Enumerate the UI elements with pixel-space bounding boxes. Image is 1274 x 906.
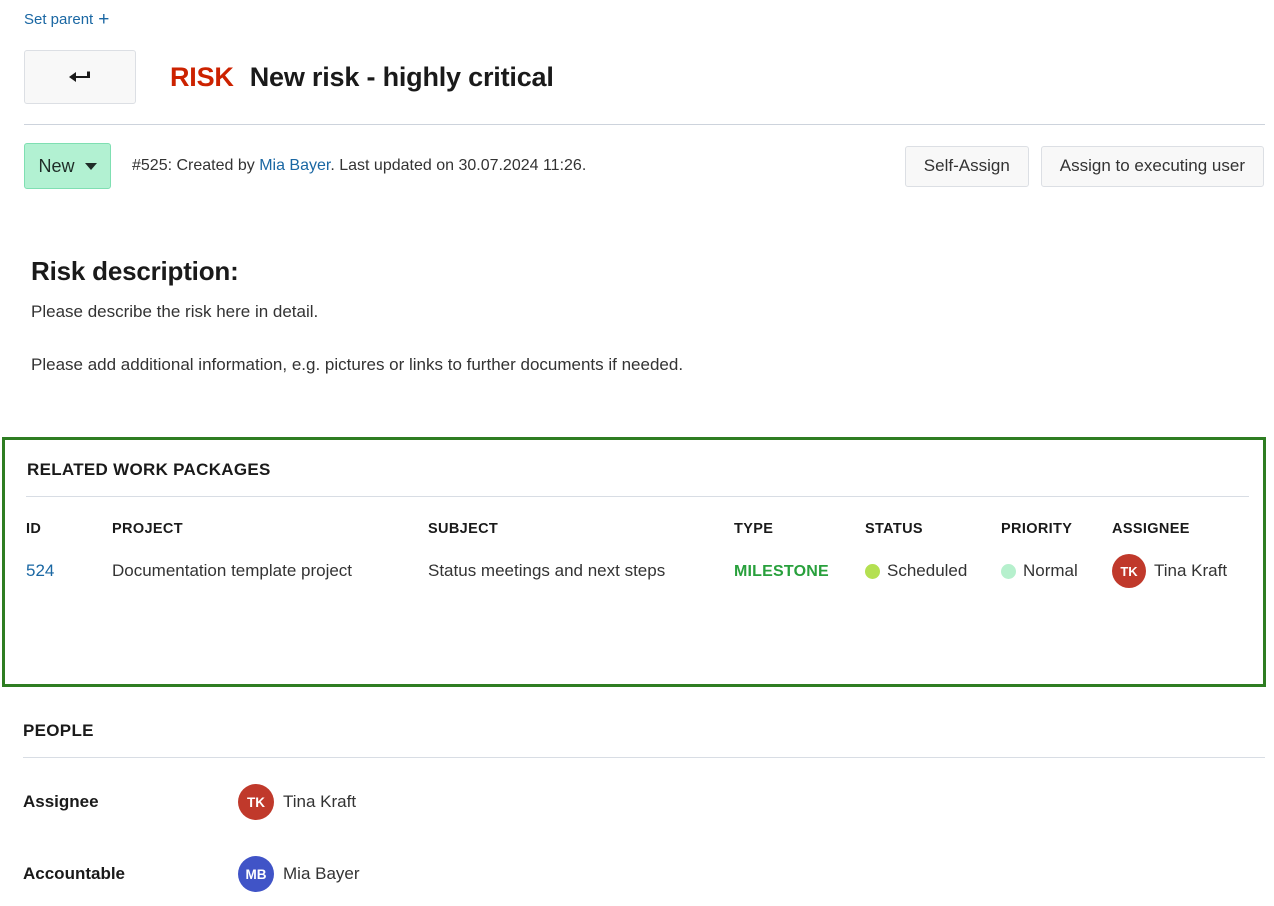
column-header-assignee[interactable]: ASSIGNEE bbox=[1112, 521, 1255, 537]
column-header-status[interactable]: STATUS bbox=[865, 521, 1001, 537]
assignee-name: Tina Kraft bbox=[283, 792, 356, 812]
header-actions: Self-Assign Assign to executing user bbox=[905, 146, 1264, 187]
column-header-type[interactable]: TYPE bbox=[734, 521, 865, 537]
cell-assignee: TK Tina Kraft bbox=[1112, 554, 1255, 588]
column-header-subject[interactable]: SUBJECT bbox=[428, 521, 734, 537]
self-assign-button[interactable]: Self-Assign bbox=[905, 146, 1029, 187]
status-value: New bbox=[38, 156, 74, 177]
avatar[interactable]: MB bbox=[238, 856, 274, 892]
avatar[interactable]: TK bbox=[238, 784, 274, 820]
status-dot-icon bbox=[865, 564, 880, 579]
accountable-label: Accountable bbox=[23, 864, 238, 884]
cell-subject: Status meetings and next steps bbox=[428, 561, 734, 581]
work-package-type-tag: RISK bbox=[170, 62, 234, 93]
cell-type: MILESTONE bbox=[734, 561, 865, 581]
plus-icon: + bbox=[98, 13, 109, 27]
people-row-accountable: Accountable MB Mia Bayer bbox=[23, 856, 360, 892]
status-toolbar: New #525: Created by Mia Bayer. Last upd… bbox=[24, 143, 1264, 189]
column-header-priority[interactable]: PRIORITY bbox=[1001, 521, 1112, 537]
assignee-label: Assignee bbox=[23, 792, 238, 812]
cell-status: Scheduled bbox=[865, 561, 1001, 581]
people-section-title: PEOPLE bbox=[23, 721, 94, 741]
accountable-name: Mia Bayer bbox=[283, 864, 360, 884]
related-work-packages-table: ID PROJECT SUBJECT TYPE STATUS PRIORITY … bbox=[26, 512, 1255, 596]
set-parent-link[interactable]: Set parent + bbox=[24, 10, 109, 30]
status-label: Scheduled bbox=[887, 561, 967, 581]
section-divider bbox=[26, 496, 1249, 497]
status-button[interactable]: New bbox=[24, 143, 111, 189]
description-paragraph-1: Please describe the risk here in detail. bbox=[31, 302, 318, 322]
table-header-row: ID PROJECT SUBJECT TYPE STATUS PRIORITY … bbox=[26, 512, 1255, 546]
description-paragraph-2: Please add additional information, e.g. … bbox=[31, 355, 683, 375]
assign-to-executing-user-button[interactable]: Assign to executing user bbox=[1041, 146, 1264, 187]
column-header-id[interactable]: ID bbox=[26, 521, 112, 537]
description-heading: Risk description: bbox=[31, 256, 239, 287]
cell-project: Documentation template project bbox=[112, 561, 428, 581]
meta-suffix: . Last updated on 30.07.2024 11:26. bbox=[330, 157, 586, 174]
type-badge: MILESTONE bbox=[734, 563, 829, 580]
back-button[interactable] bbox=[24, 50, 136, 104]
priority-dot-icon bbox=[1001, 564, 1016, 579]
cell-id[interactable]: 524 bbox=[26, 561, 112, 581]
cell-priority: Normal bbox=[1001, 561, 1112, 581]
work-package-meta: #525: Created by Mia Bayer. Last updated… bbox=[132, 157, 586, 175]
header-divider bbox=[24, 124, 1265, 125]
assignee-name: Tina Kraft bbox=[1154, 561, 1227, 581]
back-arrow-icon bbox=[67, 70, 93, 84]
assignee-value[interactable]: TK Tina Kraft bbox=[238, 784, 356, 820]
related-work-packages-title: RELATED WORK PACKAGES bbox=[27, 460, 271, 480]
set-parent-label: Set parent bbox=[24, 10, 93, 30]
page-title: New risk - highly critical bbox=[250, 62, 554, 93]
meta-prefix: #525: Created by bbox=[132, 157, 259, 174]
priority-label: Normal bbox=[1023, 561, 1078, 581]
work-package-title-row: RISK New risk - highly critical bbox=[24, 50, 554, 104]
avatar[interactable]: TK bbox=[1112, 554, 1146, 588]
column-header-project[interactable]: PROJECT bbox=[112, 521, 428, 537]
table-row[interactable]: 524 Documentation template project Statu… bbox=[26, 546, 1255, 596]
accountable-value[interactable]: MB Mia Bayer bbox=[238, 856, 360, 892]
meta-author-link[interactable]: Mia Bayer bbox=[259, 157, 330, 174]
people-divider bbox=[23, 757, 1265, 758]
chevron-down-icon bbox=[85, 163, 97, 170]
people-row-assignee: Assignee TK Tina Kraft bbox=[23, 784, 356, 820]
related-work-packages-section: RELATED WORK PACKAGES ID PROJECT SUBJECT… bbox=[2, 437, 1266, 687]
work-package-detail-page: Set parent + RISK New risk - highly crit… bbox=[0, 0, 1274, 906]
